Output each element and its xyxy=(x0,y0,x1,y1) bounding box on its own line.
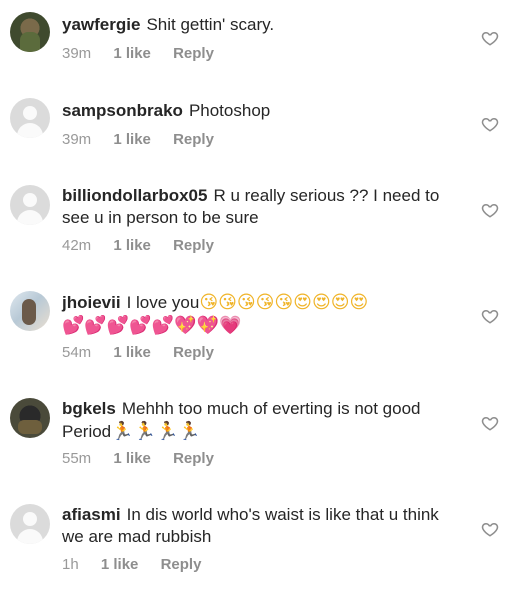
comment-text: afiasmi In dis world who's waist is like … xyxy=(62,504,462,548)
emoji-growing-heart: 💗 xyxy=(218,315,242,335)
emoji-two-hearts: 💕 xyxy=(106,315,130,335)
reply-button[interactable]: Reply xyxy=(173,450,214,467)
comment-username[interactable]: billiondollarbox05 xyxy=(62,186,207,205)
emoji-two-hearts: 💕 xyxy=(84,315,107,335)
likes-count[interactable]: 1 like xyxy=(113,45,151,62)
heart-outline-icon[interactable] xyxy=(481,201,499,219)
reply-button[interactable]: Reply xyxy=(173,131,214,148)
comment-username[interactable]: sampsonbrako xyxy=(62,101,183,120)
comment-text: bgkels Mehhh too much of everting is not … xyxy=(62,398,462,443)
comment-username[interactable]: afiasmi xyxy=(62,505,121,524)
reply-button[interactable]: Reply xyxy=(161,556,202,573)
comment-text: jhoievii I love you😘😘😘😘😘😍😍😍😍 💕💕💕💕💕💖💖💗 xyxy=(62,291,472,337)
emoji-sparkling-heart: 💖 xyxy=(196,315,219,335)
comment-time: 42m xyxy=(62,237,92,254)
emoji-kiss: 😘 xyxy=(236,292,256,312)
comment-text: sampsonbrako Photoshop xyxy=(62,100,462,122)
emoji-kiss: 😘 xyxy=(255,292,275,312)
avatar[interactable] xyxy=(10,98,50,138)
comment-meta: 39m 1 like Reply xyxy=(62,45,232,62)
likes-count[interactable]: 1 like xyxy=(113,344,151,361)
emoji-sparkling-heart: 💖 xyxy=(174,315,197,335)
comment-time: 1h xyxy=(62,556,79,573)
emoji-two-hearts: 💕 xyxy=(62,315,85,335)
emoji-kiss: 😘 xyxy=(274,292,294,312)
avatar[interactable] xyxy=(10,12,50,52)
emoji-heart-eyes: 😍 xyxy=(293,292,312,312)
comment-username[interactable]: yawfergie xyxy=(62,15,140,34)
emoji-kiss: 😘 xyxy=(199,292,219,312)
likes-count[interactable]: 1 like xyxy=(113,450,151,467)
emoji-runner: 🏃 xyxy=(155,421,179,441)
comment-username[interactable]: bgkels xyxy=(62,399,116,418)
comment-text: yawfergie Shit gettin' scary. xyxy=(62,14,462,36)
comment-body: I love you xyxy=(126,293,200,312)
likes-count[interactable]: 1 like xyxy=(113,237,151,254)
emoji-two-hearts: 💕 xyxy=(151,315,175,335)
heart-outline-icon[interactable] xyxy=(481,414,499,432)
comment-body: Shit gettin' scary. xyxy=(146,15,275,34)
comment-time: 54m xyxy=(62,344,92,361)
heart-outline-icon[interactable] xyxy=(481,115,499,133)
reply-button[interactable]: Reply xyxy=(173,237,214,254)
comment-meta: 42m 1 like Reply xyxy=(62,237,232,254)
reply-button[interactable]: Reply xyxy=(173,45,214,62)
comment-text: billiondollarbox05 R u really serious ?? … xyxy=(62,185,462,229)
emoji-runner: 🏃 xyxy=(111,421,134,441)
comment-meta: 55m 1 like Reply xyxy=(62,450,232,467)
avatar[interactable] xyxy=(10,398,50,438)
avatar[interactable] xyxy=(10,185,50,225)
comment-username[interactable]: jhoievii xyxy=(62,293,121,312)
avatar[interactable] xyxy=(10,291,50,331)
heart-outline-icon[interactable] xyxy=(481,29,499,47)
comment-time: 39m xyxy=(62,45,92,62)
comment-time: 55m xyxy=(62,450,92,467)
likes-count[interactable]: 1 like xyxy=(113,131,151,148)
emoji-heart-eyes: 😍 xyxy=(330,292,350,312)
comment-meta: 54m 1 like Reply xyxy=(62,344,232,361)
emoji-runner: 🏃 xyxy=(133,421,156,441)
heart-outline-icon[interactable] xyxy=(481,520,499,538)
avatar[interactable] xyxy=(10,504,50,544)
comment-meta: 39m 1 like Reply xyxy=(62,131,232,148)
comment-time: 39m xyxy=(62,131,92,148)
emoji-runner: 🏃 xyxy=(178,421,201,441)
comment-meta: 1h 1 like Reply xyxy=(62,556,219,573)
reply-button[interactable]: Reply xyxy=(173,344,214,361)
emoji-kiss: 😘 xyxy=(218,292,237,312)
likes-count[interactable]: 1 like xyxy=(101,556,139,573)
heart-outline-icon[interactable] xyxy=(481,307,499,325)
emoji-heart-eyes: 😍 xyxy=(311,292,331,312)
comment-body: Photoshop xyxy=(188,101,271,120)
emoji-heart-eyes: 😍 xyxy=(349,292,369,312)
emoji-two-hearts: 💕 xyxy=(129,315,152,335)
